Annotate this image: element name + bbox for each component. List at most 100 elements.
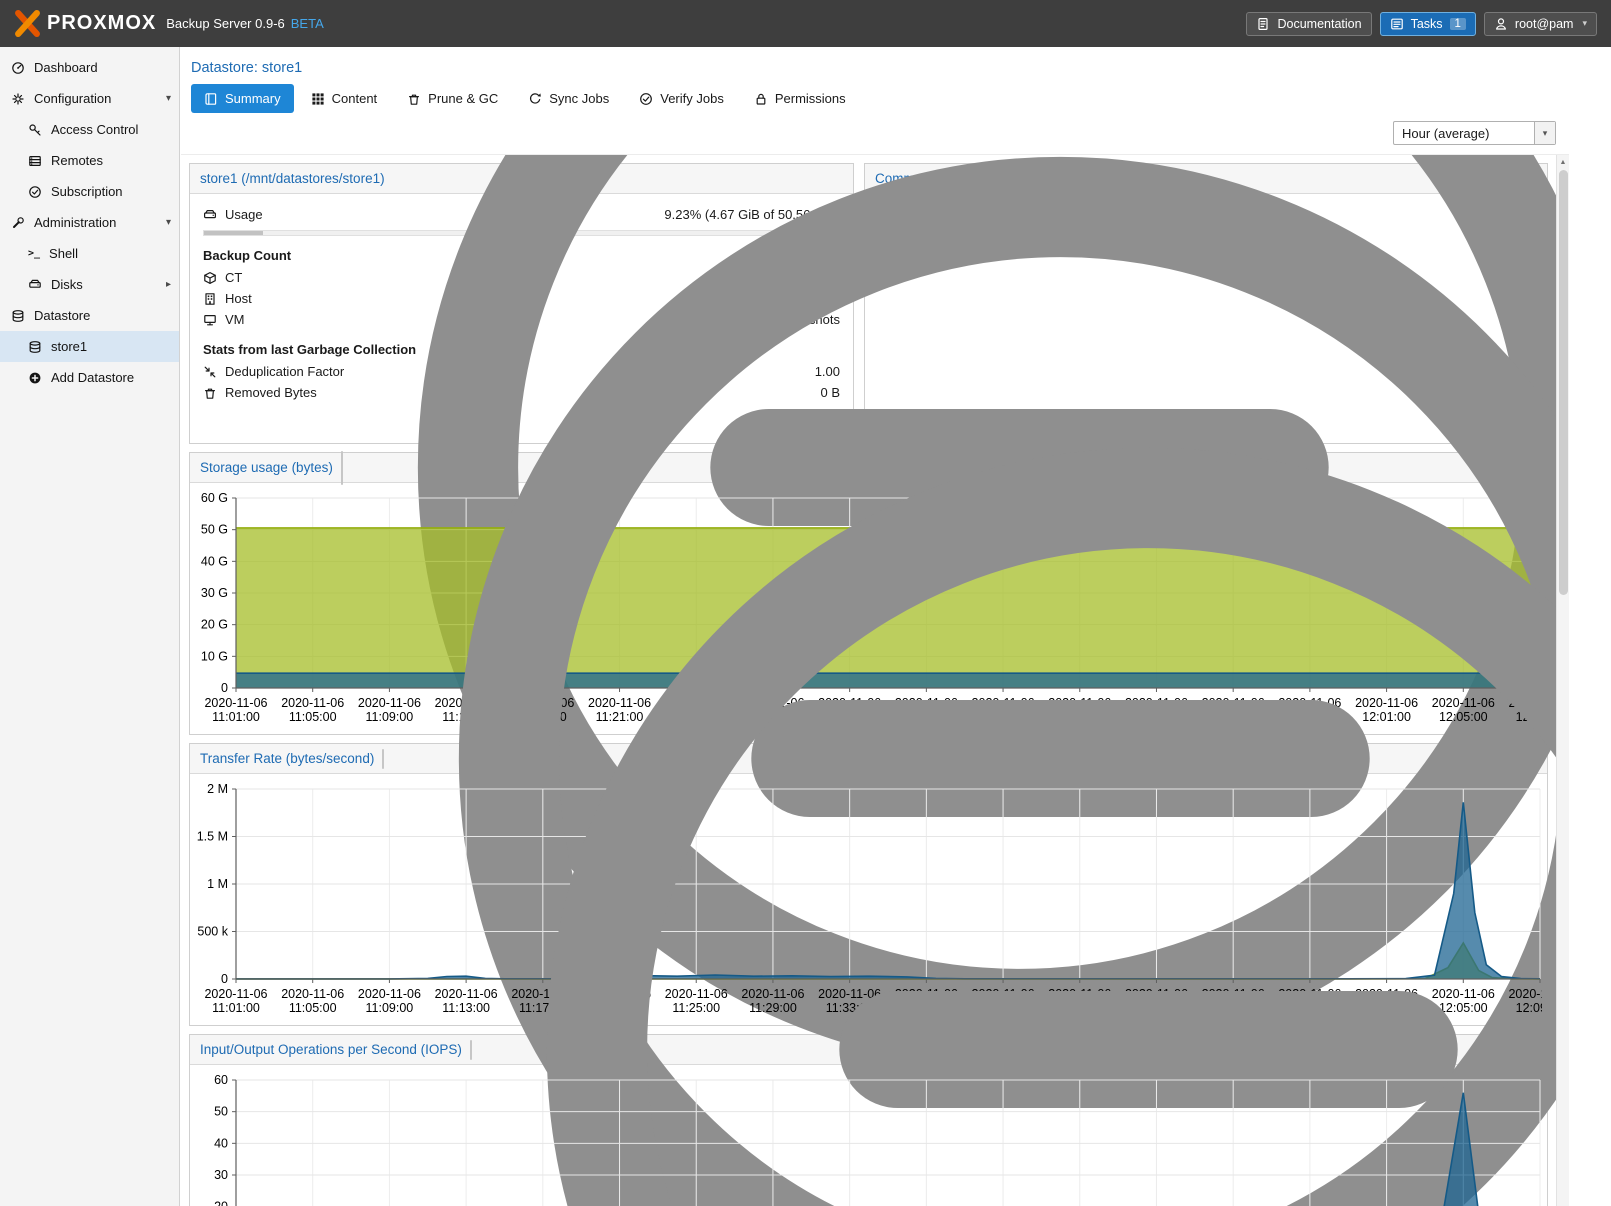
svg-text:50 G: 50 G	[201, 523, 228, 537]
cube-icon	[203, 271, 217, 285]
page-title: Datastore: store1	[191, 60, 1611, 76]
sidebar-item-administration[interactable]: Administration ▾	[0, 207, 179, 238]
tasks-count-badge: 1	[1450, 18, 1466, 30]
sidebar-item-label: Add Datastore	[51, 370, 134, 385]
svg-text:11:09:00: 11:09:00	[366, 1001, 414, 1015]
product-version: Backup Server 0.9-6	[166, 16, 285, 31]
sidebar-item-subscription[interactable]: Subscription	[0, 176, 179, 207]
svg-text:20 G: 20 G	[201, 618, 228, 632]
sidebar-item-dashboard[interactable]: Dashboard	[0, 52, 179, 83]
svg-text:2020-11-06: 2020-11-06	[358, 987, 421, 1001]
compress-icon	[203, 365, 217, 379]
certificate-icon	[28, 185, 42, 199]
svg-text:2020-11-06: 2020-11-06	[281, 987, 344, 1001]
svg-text:20: 20	[214, 1200, 228, 1206]
tab-summary[interactable]: Summary	[191, 84, 294, 113]
tab-label: Verify Jobs	[660, 91, 724, 106]
sidebar-item-store1[interactable]: store1	[0, 331, 179, 362]
tab-bar: Summary Content Prune & GC Sync Jobs	[191, 84, 1611, 113]
sidebar-item-label: Datastore	[34, 308, 90, 323]
documentation-button[interactable]: Documentation	[1246, 12, 1371, 36]
svg-text:30 G: 30 G	[201, 586, 228, 600]
count-label: VM	[225, 312, 245, 327]
sidebar-item-label: Administration	[34, 215, 116, 230]
chart-title: Storage usage (bytes)	[200, 460, 333, 475]
scroll-area: store1 (/mnt/datastores/store1) Usage 9.…	[181, 154, 1569, 1206]
chevron-down-icon: ▾	[166, 93, 171, 104]
wrench-icon	[11, 216, 25, 230]
user-menu-button[interactable]: root@pam ▾	[1484, 12, 1597, 36]
beta-link[interactable]: BETA	[291, 16, 324, 31]
chevron-down-icon: ▾	[1582, 18, 1587, 29]
main-content: Datastore: store1 Summary Content Prune …	[181, 47, 1611, 1206]
legend-read[interactable]: Read	[471, 1041, 472, 1059]
tasks-label: Tasks	[1411, 17, 1443, 31]
svg-text:1 M: 1 M	[207, 877, 228, 891]
count-label: Host	[225, 291, 252, 306]
proxmox-x-icon	[14, 10, 41, 37]
database-icon	[28, 340, 42, 354]
gears-icon	[11, 92, 25, 106]
usage-label: Usage	[225, 207, 263, 222]
svg-text:2020-11-06: 2020-11-06	[204, 987, 267, 1001]
gauge-icon	[11, 61, 25, 75]
brand-name: PROXMOX	[47, 12, 156, 35]
building-icon	[203, 292, 217, 306]
sidebar-item-configuration[interactable]: Configuration ▾	[0, 83, 179, 114]
sidebar: Dashboard Configuration ▾ Access Control…	[0, 47, 180, 1206]
user-label: root@pam	[1515, 17, 1574, 31]
svg-text:11:05:00: 11:05:00	[289, 710, 337, 724]
svg-text:2 M: 2 M	[207, 782, 228, 796]
svg-text:2020-11-06: 2020-11-06	[204, 696, 267, 710]
sidebar-item-label: Subscription	[51, 184, 123, 199]
terminal-icon: >_	[28, 248, 40, 259]
sidebar-item-label: Shell	[49, 246, 78, 261]
tasks-button[interactable]: Tasks 1	[1380, 12, 1476, 36]
tab-label: Summary	[225, 91, 281, 106]
scrollbar-thumb[interactable]	[1559, 170, 1568, 595]
tab-label: Sync Jobs	[549, 91, 609, 106]
tab-content[interactable]: Content	[298, 84, 391, 113]
trash-icon	[203, 386, 217, 400]
chevron-right-icon: ▸	[166, 279, 171, 290]
key-icon	[28, 123, 42, 137]
sidebar-item-datastore[interactable]: Datastore	[0, 300, 179, 331]
scrollbar-up-arrow[interactable]: ▲	[1557, 155, 1569, 169]
chevron-down-icon: ▾	[166, 217, 171, 228]
timeframe-value: Hour (average)	[1394, 126, 1534, 141]
svg-text:0: 0	[221, 972, 228, 986]
sidebar-item-disks[interactable]: Disks ▸	[0, 269, 179, 300]
tab-permissions[interactable]: Permissions	[741, 84, 859, 113]
sidebar-item-label: Dashboard	[34, 60, 98, 75]
svg-text:1.5 M: 1.5 M	[197, 830, 228, 844]
sidebar-item-access-control[interactable]: Access Control	[0, 114, 179, 145]
tab-label: Prune & GC	[428, 91, 498, 106]
sidebar-item-remotes[interactable]: Remotes	[0, 145, 179, 176]
svg-text:40: 40	[214, 1136, 228, 1150]
collapse-icon[interactable]	[480, 381, 1569, 1206]
tab-verify-jobs[interactable]: Verify Jobs	[626, 84, 737, 113]
gc-stat-label: Removed Bytes	[225, 385, 317, 400]
check-circle-icon	[639, 92, 653, 106]
sidebar-item-label: Remotes	[51, 153, 103, 168]
legend-total[interactable]: Total	[342, 452, 343, 484]
svg-text:11:01:00: 11:01:00	[212, 1001, 260, 1015]
user-icon	[1494, 17, 1508, 31]
timeframe-select[interactable]: Hour (average) ▾	[1393, 121, 1556, 145]
tab-sync-jobs[interactable]: Sync Jobs	[515, 84, 622, 113]
vertical-scrollbar[interactable]: ▲	[1556, 155, 1569, 1206]
sidebar-item-label: store1	[51, 339, 87, 354]
svg-text:40 G: 40 G	[201, 554, 228, 568]
svg-text:11:01:00: 11:01:00	[212, 710, 260, 724]
usage-progress-fill	[204, 231, 263, 235]
sidebar-item-shell[interactable]: >_ Shell	[0, 238, 179, 269]
sidebar-item-label: Disks	[51, 277, 83, 292]
app-header: PROXMOX Backup Server 0.9-6 BETA Documen…	[0, 0, 1611, 47]
tab-prune-gc[interactable]: Prune & GC	[394, 84, 511, 113]
filter-row: Hour (average) ▾	[181, 113, 1611, 152]
svg-text:11:05:00: 11:05:00	[289, 1001, 337, 1015]
task-list-icon	[1390, 17, 1404, 31]
sidebar-item-add-datastore[interactable]: Add Datastore	[0, 362, 179, 393]
book-icon	[204, 92, 218, 106]
trash-icon	[407, 92, 421, 106]
